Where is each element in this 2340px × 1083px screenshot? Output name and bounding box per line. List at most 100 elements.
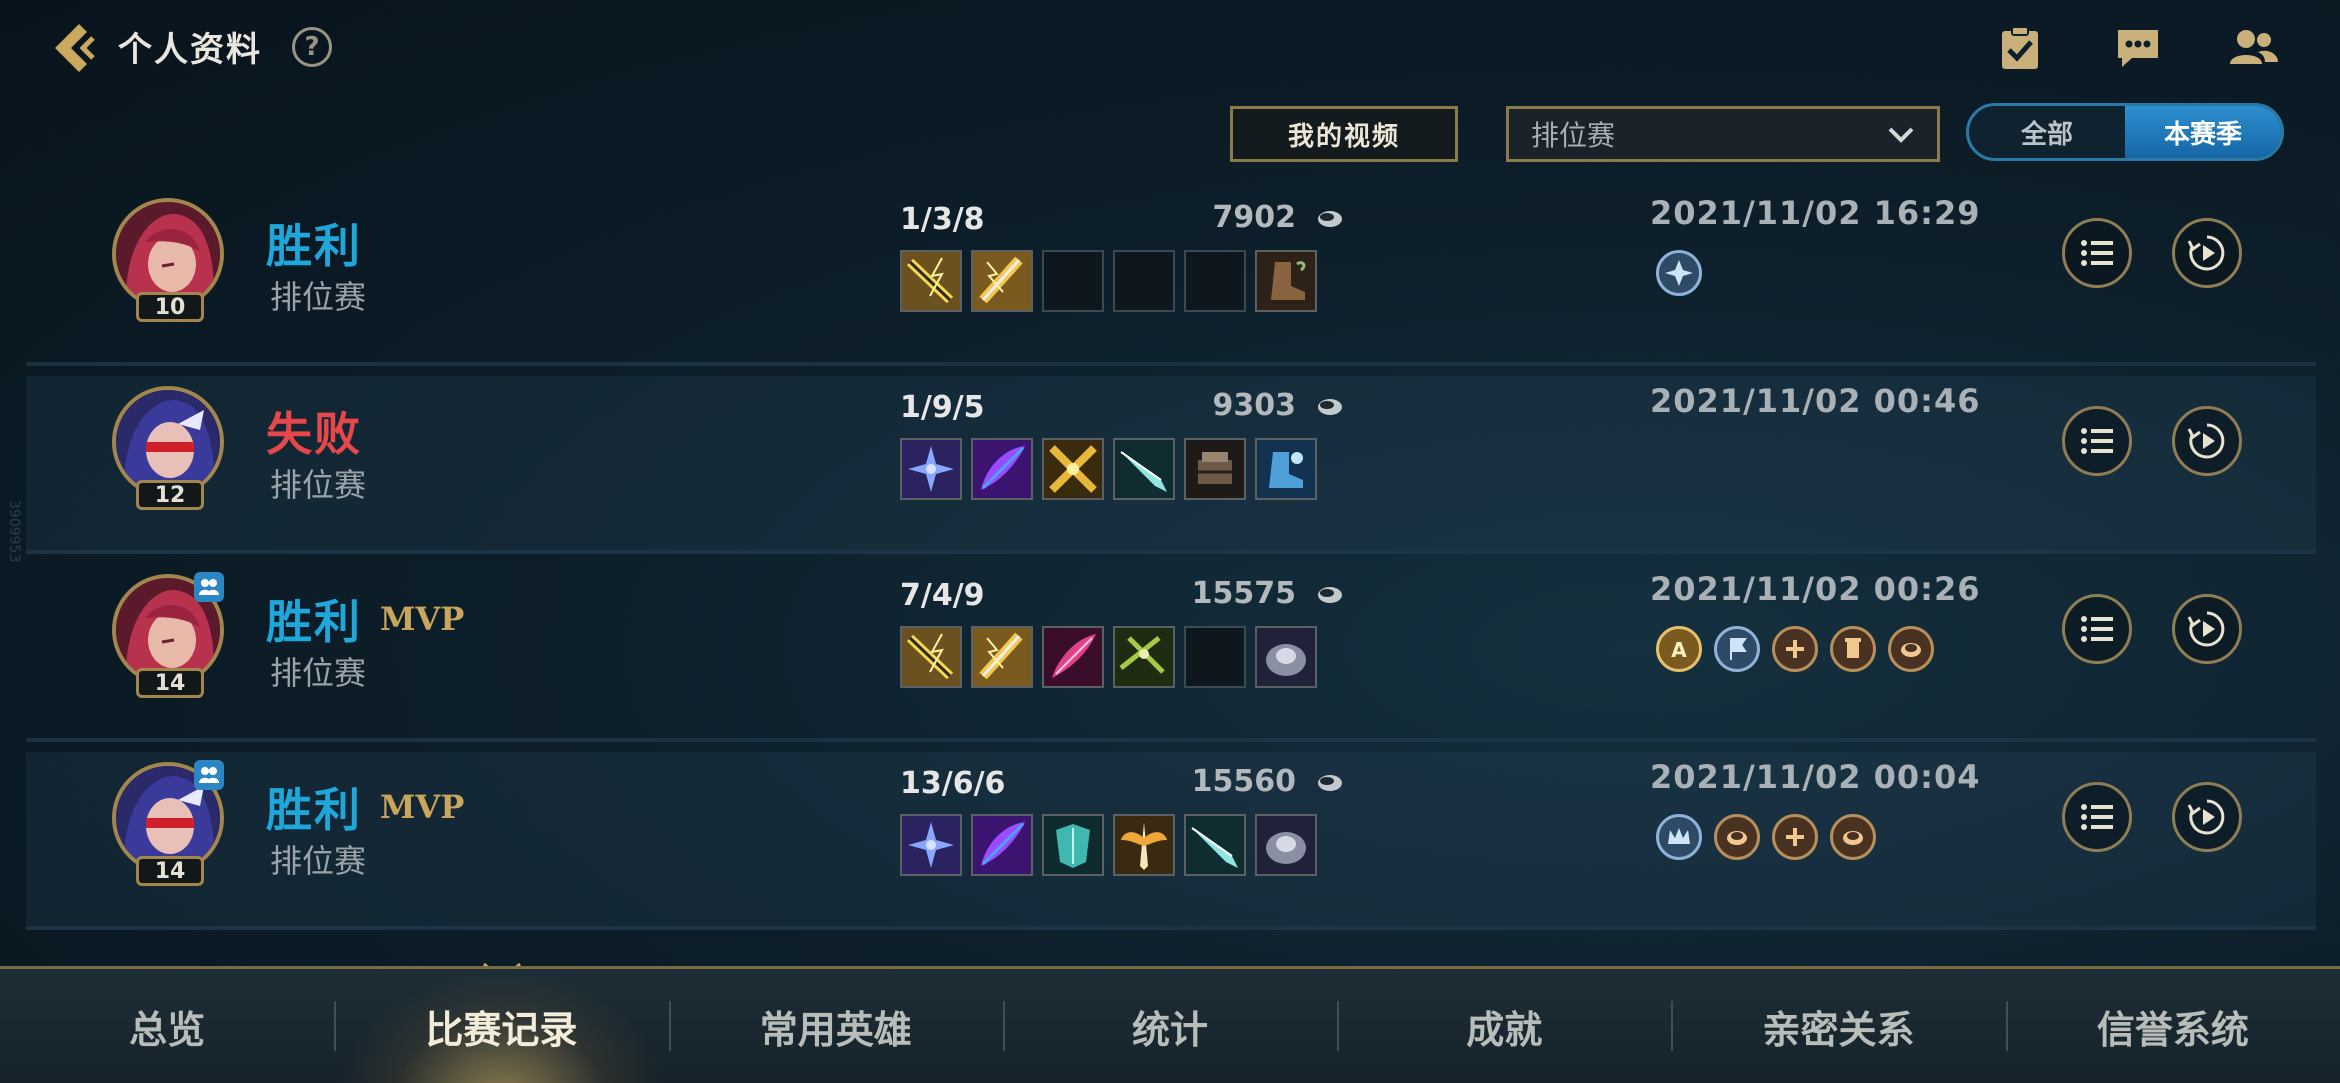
match-list[interactable]: 10 胜利 排位赛 1/3/8 7902 2021/11/02 16:29 12 失败 排位赛 1… bbox=[26, 188, 2316, 968]
gold-coin-icon bbox=[1314, 208, 1344, 230]
match-datetime: 2021/11/02 00:46 bbox=[1650, 382, 1981, 420]
svg-text:A: A bbox=[1671, 638, 1687, 662]
kda-stat: 13/6/6 bbox=[900, 766, 1006, 801]
side-watermark: 3909953 bbox=[6, 500, 22, 563]
match-row[interactable]: 14 胜利 MVP 排位赛 7/4/9 15575 2021/11/02 00:26 A bbox=[26, 564, 2316, 742]
violet-feather-blade-item-icon bbox=[971, 814, 1033, 876]
teal-armor-item-icon bbox=[1042, 814, 1104, 876]
replay-button[interactable] bbox=[2172, 594, 2242, 664]
nav-tab[interactable]: 总览 bbox=[0, 969, 334, 1083]
golden-lightning-sword-item-icon bbox=[900, 250, 962, 312]
achievement-badges bbox=[1656, 250, 1702, 296]
chat-icon[interactable] bbox=[2110, 22, 2166, 74]
season-option-current[interactable]: 本赛季 bbox=[2125, 106, 2281, 158]
crown-badge-icon bbox=[1656, 814, 1702, 860]
replay-button[interactable] bbox=[2172, 406, 2242, 476]
kda-stat: 1/9/5 bbox=[900, 390, 985, 425]
replay-icon bbox=[2187, 799, 2225, 835]
golden-lightning-blade-item-icon bbox=[971, 250, 1033, 312]
replay-icon bbox=[2187, 611, 2225, 647]
teal-dagger-item-icon bbox=[1113, 438, 1175, 500]
gold-badge-icon bbox=[1830, 814, 1876, 860]
leather-boots-item-icon bbox=[1255, 250, 1317, 312]
team-icon bbox=[194, 760, 224, 790]
replay-icon bbox=[2187, 423, 2225, 459]
season-toggle[interactable]: 全部 本赛季 bbox=[1966, 103, 2284, 161]
page-title: 个人资料 bbox=[118, 30, 262, 70]
nav-tab[interactable]: 成就 bbox=[1337, 969, 1671, 1083]
kda-stat: 1/3/8 bbox=[900, 202, 985, 237]
stone-armor-item-icon bbox=[1255, 814, 1317, 876]
hero-level-badge: 14 bbox=[136, 856, 204, 886]
achievement-badges bbox=[1656, 814, 1876, 860]
match-result: 胜利 bbox=[266, 219, 362, 273]
nav-tab[interactable]: 常用英雄 bbox=[668, 969, 1003, 1083]
game-mode-selected: 排位赛 bbox=[1531, 119, 1616, 152]
hero-level-badge: 12 bbox=[136, 480, 204, 510]
nav-tab[interactable]: 信誉系统 bbox=[2005, 969, 2340, 1083]
replay-icon bbox=[2187, 235, 2225, 271]
match-result: 胜利 bbox=[266, 783, 362, 837]
achievement-badges: A bbox=[1656, 626, 1934, 672]
match-result: 失败 bbox=[266, 407, 362, 461]
empty-item-slot bbox=[1184, 250, 1246, 312]
match-details-button[interactable] bbox=[2062, 782, 2132, 852]
empty-item-slot bbox=[1113, 250, 1175, 312]
bottom-nav: 总览 比赛记录 常用英雄 统计 成就 亲密关系 信誉系统 bbox=[0, 966, 2340, 1083]
team-icon bbox=[194, 572, 224, 602]
item-build bbox=[900, 438, 1317, 500]
match-datetime: 2021/11/02 16:29 bbox=[1650, 194, 1981, 232]
a-rank-badge-icon: A bbox=[1656, 626, 1702, 672]
crimson-feather-blade-item-icon bbox=[1042, 626, 1104, 688]
golden-lightning-blade-item-icon bbox=[971, 626, 1033, 688]
help-icon[interactable]: ? bbox=[292, 27, 332, 67]
match-details-button[interactable] bbox=[2062, 594, 2132, 664]
stone-armor-item-icon bbox=[1255, 626, 1317, 688]
match-row[interactable]: 10 胜利 排位赛 1/3/8 7902 2021/11/02 16:29 bbox=[26, 188, 2316, 366]
match-result: 胜利 bbox=[266, 595, 362, 649]
mvp-label: MVP bbox=[380, 788, 465, 826]
replay-button[interactable] bbox=[2172, 782, 2242, 852]
mvp-label: MVP bbox=[380, 600, 465, 638]
friends-icon[interactable] bbox=[2226, 22, 2282, 74]
task-clipboard-icon[interactable] bbox=[1992, 22, 2048, 74]
gold-amount: 7902 bbox=[1212, 200, 1297, 235]
tower-badge-icon bbox=[1830, 626, 1876, 672]
list-icon bbox=[2081, 428, 2113, 454]
match-row[interactable]: 12 失败 排位赛 1/9/5 9303 2021/11/02 00:46 bbox=[26, 376, 2316, 554]
list-icon bbox=[2081, 616, 2113, 642]
purple-shuriken-item-icon bbox=[900, 814, 962, 876]
green-crossbow-item-icon bbox=[1113, 626, 1175, 688]
match-mode: 排位赛 bbox=[270, 842, 367, 880]
empty-item-slot bbox=[1184, 626, 1246, 688]
match-row[interactable]: 14 胜利 MVP 排位赛 13/6/6 15560 2021/11/02 00:04 bbox=[26, 752, 2316, 930]
replay-button[interactable] bbox=[2172, 218, 2242, 288]
game-mode-select[interactable]: 排位赛 bbox=[1506, 106, 1940, 162]
item-build bbox=[900, 814, 1317, 876]
gold-coin-icon bbox=[1314, 584, 1344, 606]
match-details-button[interactable] bbox=[2062, 406, 2132, 476]
match-details-button[interactable] bbox=[2062, 218, 2132, 288]
nav-tab[interactable]: 统计 bbox=[1002, 969, 1337, 1083]
golden-cross-blades-item-icon bbox=[1042, 438, 1104, 500]
season-option-all[interactable]: 全部 bbox=[1969, 106, 2125, 158]
purple-shuriken-item-icon bbox=[900, 438, 962, 500]
triple-kill-badge-icon bbox=[1656, 250, 1702, 296]
hero-level-badge: 14 bbox=[136, 668, 204, 698]
dark-gauntlet-item-icon bbox=[1184, 438, 1246, 500]
gold-amount: 15575 bbox=[1191, 576, 1296, 611]
back-button[interactable] bbox=[48, 20, 104, 76]
gold-badge-icon bbox=[1888, 626, 1934, 672]
nav-tab[interactable]: 亲密关系 bbox=[1671, 969, 2005, 1083]
gold-amount: 9303 bbox=[1212, 388, 1297, 423]
nav-tab[interactable]: 比赛记录 bbox=[334, 969, 669, 1083]
match-mode: 排位赛 bbox=[270, 654, 367, 692]
gold-coin-icon bbox=[1314, 772, 1344, 794]
assist-badge-icon bbox=[1772, 814, 1818, 860]
my-videos-button[interactable]: 我的视频 bbox=[1230, 106, 1458, 162]
winged-angel-blade-item-icon bbox=[1113, 814, 1175, 876]
gold-amount: 15560 bbox=[1191, 764, 1296, 799]
teal-dagger-item-icon bbox=[1184, 814, 1246, 876]
hero-level-badge: 10 bbox=[136, 292, 204, 322]
match-datetime: 2021/11/02 00:26 bbox=[1650, 570, 1981, 608]
